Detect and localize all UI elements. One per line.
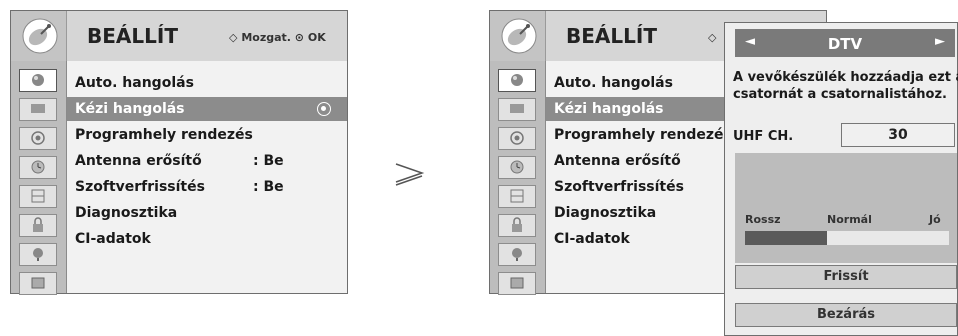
menu-item-booster[interactable]: Antenna erősítő : Be <box>67 149 347 173</box>
menu-item-label: Diagnosztika <box>75 205 178 221</box>
signal-normal-label: Normál <box>827 213 872 226</box>
sidebar-item-option[interactable] <box>19 214 57 237</box>
globe-icon <box>512 248 522 261</box>
menu-item-diagnostics[interactable]: Diagnosztika <box>67 201 347 225</box>
sidebar-item-input[interactable] <box>498 243 536 266</box>
signal-strength-fill <box>745 231 827 245</box>
menu-item-label: Programhely rendezés <box>75 127 253 143</box>
tv-screen-icon <box>31 104 45 113</box>
clock-icon <box>31 160 45 174</box>
dialog-title-bar: ◄ DTV ► <box>735 29 955 57</box>
setup-category-icon <box>11 11 67 61</box>
sidebar-item-input[interactable] <box>19 243 57 266</box>
menu-item-label: Diagnosztika <box>554 205 657 221</box>
sidebar-item-usb[interactable] <box>498 272 536 295</box>
navigate-icon: ◇ <box>708 31 717 44</box>
ok-icon: ⊙ <box>294 31 305 44</box>
dialog-title: DTV <box>827 35 863 53</box>
signal-strength-panel: Rossz Normál Jó <box>735 153 957 263</box>
dialog-message-line: csatornát a csatornalistához. <box>733 87 947 102</box>
sidebar-item-picture[interactable] <box>498 98 536 121</box>
menu-item-programme-edit[interactable]: Programhely rendezés <box>67 123 347 147</box>
next-step-arrow-icon <box>395 163 425 186</box>
photo-icon <box>510 277 524 289</box>
menu-item-label: Auto. hangolás <box>75 75 194 91</box>
signal-bad-label: Rossz <box>745 213 781 226</box>
dialog-message-line: A vevőkészülék hozzáadja ezt a <box>733 70 958 85</box>
hint-move-label: Mozgat. <box>241 31 291 44</box>
sidebar-item-time[interactable] <box>19 156 57 179</box>
signal-good-label: Jó <box>929 213 941 226</box>
category-sidebar <box>490 61 546 295</box>
sidebar-item-audio[interactable] <box>498 127 536 150</box>
menu-item-value: : Be <box>253 179 284 195</box>
globe-icon <box>33 248 43 261</box>
manual-tuning-dialog: ◄ DTV ► A vevőkészülék hozzáadja ezt a c… <box>724 22 958 336</box>
sidebar-item-picture[interactable] <box>19 98 57 121</box>
navigation-hint: ◇ Mozgat. ⊙ OK <box>229 31 326 44</box>
tv-screen-icon <box>510 104 524 113</box>
menu-item-ci-info[interactable]: CI-adatok <box>67 227 347 251</box>
dialog-message: A vevőkészülék hozzáadja ezt a csatornát… <box>733 69 958 103</box>
menu-title: BEÁLLÍT <box>566 24 657 48</box>
speaker-icon <box>31 131 45 145</box>
satellite-icon <box>511 74 523 86</box>
selected-radio-icon <box>317 102 331 116</box>
uhf-channel-label: UHF CH. <box>733 129 794 144</box>
menu-item-label: Szoftverfrissítés <box>75 179 205 195</box>
close-button[interactable]: Bezárás <box>735 303 957 327</box>
sidebar-item-lock[interactable] <box>19 185 57 208</box>
menu-item-auto-tuning[interactable]: Auto. hangolás <box>67 71 347 95</box>
menu-item-label: CI-adatok <box>75 231 151 247</box>
satellite-icon <box>32 74 44 86</box>
menu-title: BEÁLLÍT <box>87 24 178 48</box>
sidebar-item-lock[interactable] <box>498 185 536 208</box>
menu-item-label: Programhely rendezés <box>554 127 732 143</box>
menu-header: BEÁLLÍT ◇ Mozgat. ⊙ OK <box>11 11 347 61</box>
sidebar-item-audio[interactable] <box>19 127 57 150</box>
menu-item-label: Kézi hangolás <box>75 101 185 117</box>
menu-item-label: CI-adatok <box>554 231 630 247</box>
menu-item-label: Antenna erősítő <box>554 153 681 169</box>
navigate-icon: ◇ <box>229 31 238 44</box>
menu-item-label: Antenna erősítő <box>75 153 202 169</box>
photo-icon <box>31 277 45 289</box>
grid-icon <box>31 189 45 203</box>
sidebar-item-setup[interactable] <box>498 69 536 92</box>
setup-menu-panel: BEÁLLÍT ◇ Mozgat. ⊙ OK Auto. hangolás Ké… <box>10 10 348 295</box>
padlock-icon <box>33 217 43 232</box>
padlock-icon <box>512 217 522 232</box>
menu-list: Auto. hangolás Kézi hangolás Programhely… <box>67 61 347 293</box>
signal-strength-bar <box>745 231 949 245</box>
speaker-icon <box>510 131 524 145</box>
sidebar-item-time[interactable] <box>498 156 536 179</box>
menu-item-software-update[interactable]: Szoftverfrissítés : Be <box>67 175 347 199</box>
grid-icon <box>510 189 524 203</box>
clock-icon <box>510 160 524 174</box>
next-arrow-icon[interactable]: ► <box>935 34 945 49</box>
category-sidebar <box>11 61 67 295</box>
navigation-hint: ◇ <box>708 31 716 44</box>
hint-ok-label: OK <box>307 31 326 44</box>
refresh-button[interactable]: Frissít <box>735 265 957 289</box>
menu-item-manual-tuning[interactable]: Kézi hangolás <box>67 97 347 121</box>
menu-item-label: Szoftverfrissítés <box>554 179 684 195</box>
sidebar-item-usb[interactable] <box>19 272 57 295</box>
menu-item-value: : Be <box>253 153 284 169</box>
sidebar-item-option[interactable] <box>498 214 536 237</box>
menu-item-label: Auto. hangolás <box>554 75 673 91</box>
uhf-channel-field[interactable]: 30 <box>841 123 955 147</box>
sidebar-item-setup[interactable] <box>19 69 57 92</box>
menu-item-label: Kézi hangolás <box>554 101 664 117</box>
setup-category-icon <box>490 11 546 61</box>
